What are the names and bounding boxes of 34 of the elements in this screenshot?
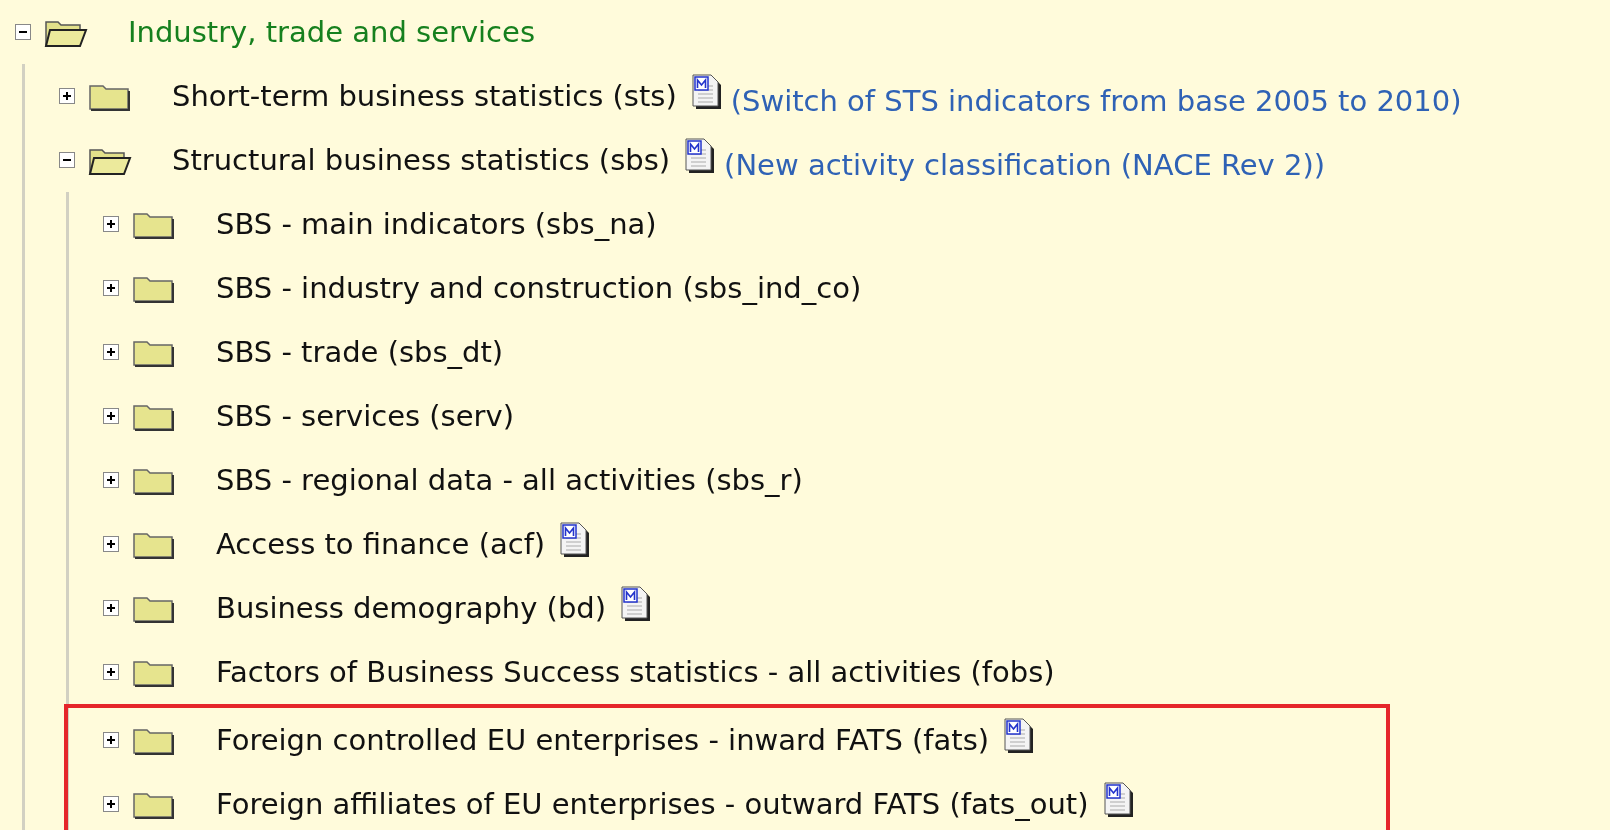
collapse-toggle-icon[interactable] — [59, 152, 75, 168]
metadata-document-icon[interactable] — [1003, 718, 1036, 754]
folder-label[interactable]: Industry, trade and services — [128, 17, 536, 47]
metadata-document-icon[interactable] — [559, 522, 592, 558]
expand-toggle-icon[interactable] — [103, 732, 119, 748]
note-link[interactable]: (New activity classification (NACE Rev 2)) — [724, 150, 1326, 180]
folder-label[interactable]: Access to finance (acf) — [216, 529, 546, 559]
expand-toggle-icon[interactable] — [103, 796, 119, 812]
collapse-toggle-icon[interactable] — [15, 24, 31, 40]
folder-label[interactable]: Foreign affiliates of EU enterprises - outward FATS (fats_out) — [216, 789, 1089, 819]
folder-label[interactable]: SBS - main indicators (sbs_na) — [216, 209, 657, 239]
folder-label[interactable]: SBS - industry and construction (sbs_ind_co) — [216, 273, 862, 303]
expand-toggle-icon[interactable] — [59, 88, 75, 104]
folder-label[interactable]: Business demography (bd) — [216, 593, 607, 623]
expand-toggle-icon[interactable] — [103, 472, 119, 488]
metadata-document-icon[interactable] — [620, 586, 653, 622]
metadata-document-icon[interactable] — [1102, 782, 1135, 818]
expand-toggle-icon[interactable] — [103, 664, 119, 680]
note-link[interactable]: (Switch of STS indicators from base 2005 to 2010) — [730, 86, 1462, 116]
expand-toggle-icon[interactable] — [103, 408, 119, 424]
expand-toggle-icon[interactable] — [103, 280, 119, 296]
metadata-document-icon[interactable] — [690, 74, 723, 110]
expand-toggle-icon[interactable] — [103, 600, 119, 616]
expand-toggle-icon[interactable] — [103, 536, 119, 552]
metadata-document-icon[interactable] — [684, 138, 717, 174]
folder-label[interactable]: Factors of Business Success statistics - all activities (fobs) — [216, 657, 1055, 687]
folder-label[interactable]: Foreign controlled EU enterprises - inward FATS (fats) — [216, 725, 990, 755]
folder-label[interactable]: Short-term business statistics (sts) — [172, 81, 677, 111]
expand-toggle-icon[interactable] — [103, 216, 119, 232]
folder-label[interactable]: SBS - trade (sbs_dt) — [216, 337, 504, 367]
folder-label[interactable]: SBS - services (serv) — [216, 401, 514, 431]
expand-toggle-icon[interactable] — [103, 344, 119, 360]
folder-label[interactable]: Structural business statistics (sbs) — [172, 145, 671, 175]
folder-label[interactable]: SBS - regional data - all activities (sbs_r) — [216, 465, 803, 495]
